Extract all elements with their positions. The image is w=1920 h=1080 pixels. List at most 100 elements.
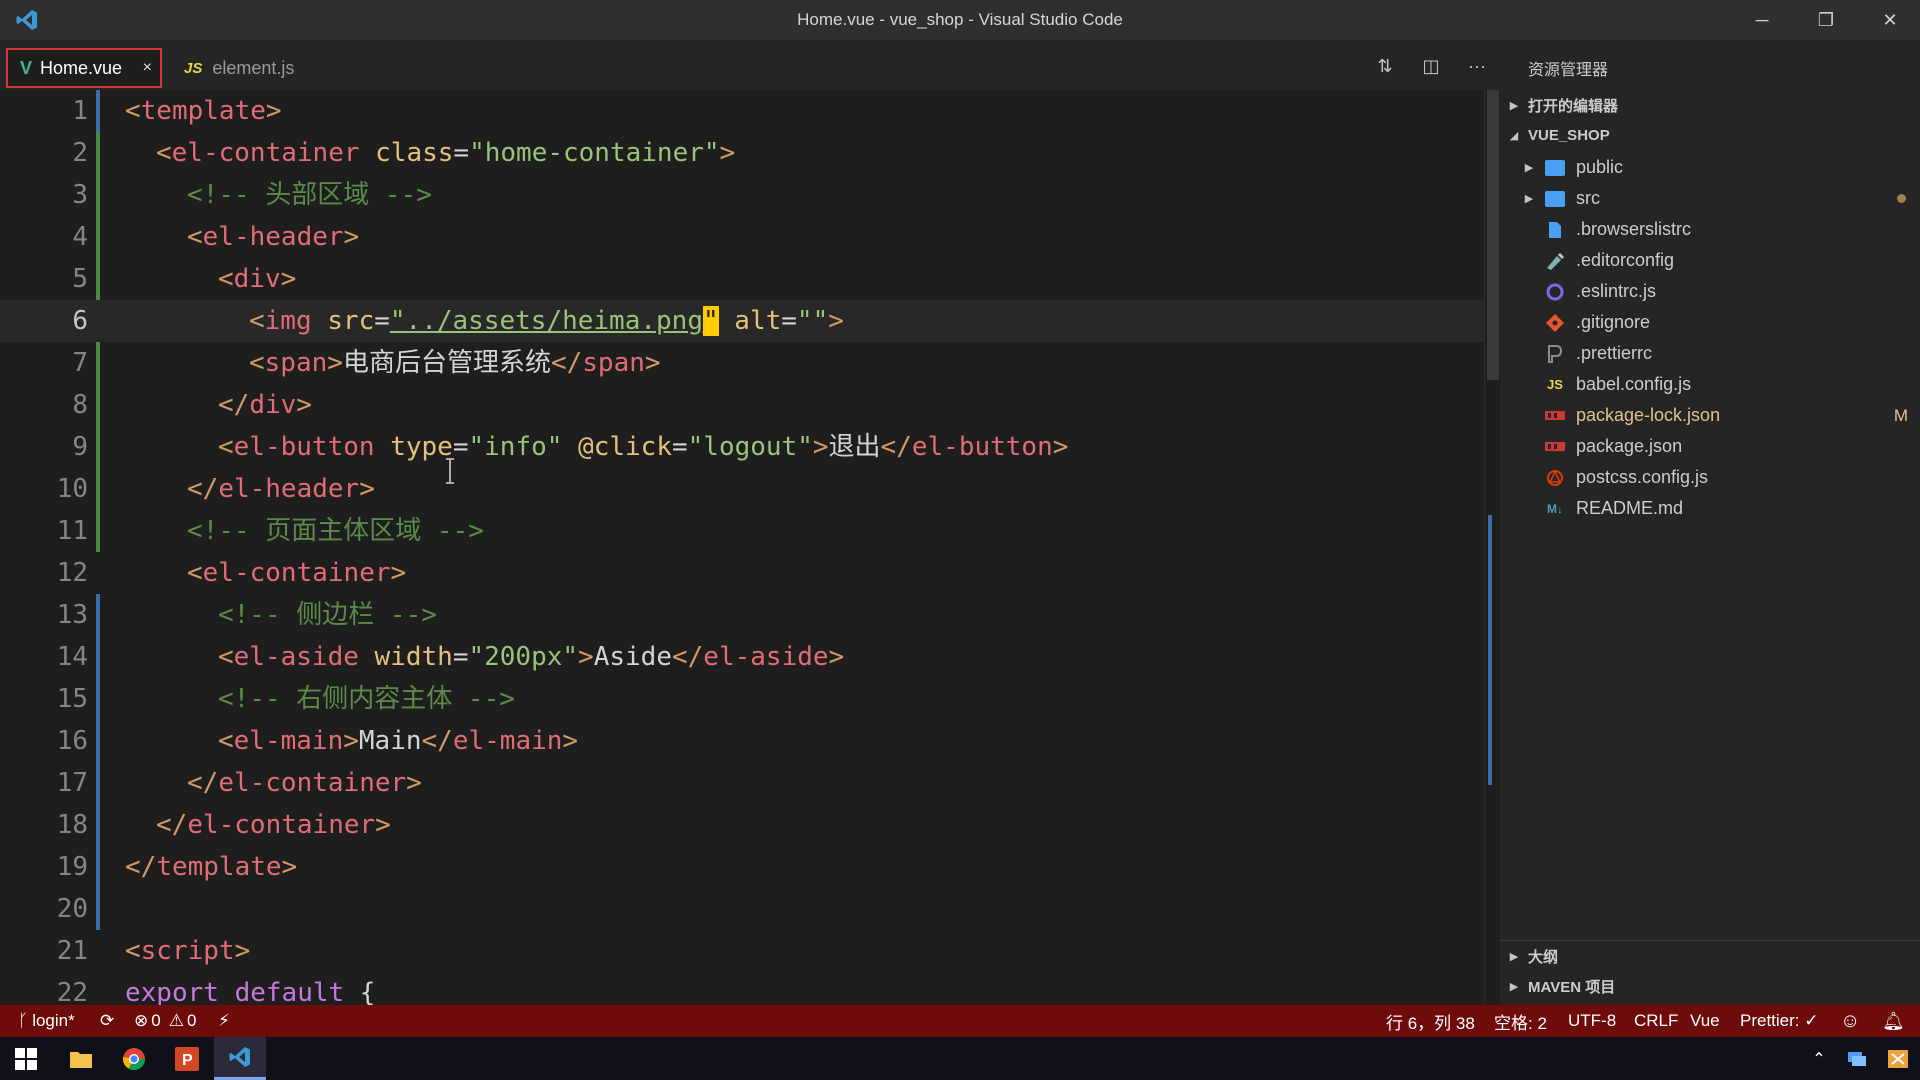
svg-text:P: P bbox=[182, 1052, 193, 1069]
markdown-icon: M↓ bbox=[1547, 501, 1563, 516]
tree-item-browserslistrc[interactable]: .browserslistrc bbox=[1500, 214, 1920, 245]
code-line[interactable]: 8 </div> bbox=[0, 384, 1484, 426]
modified-dot-icon bbox=[1897, 194, 1906, 203]
tab-home-vue[interactable]: V Home.vue × bbox=[6, 48, 162, 88]
code-line[interactable]: 11 <!-- 页面主体区域 --> bbox=[0, 510, 1484, 552]
code-line[interactable]: 5 <div> bbox=[0, 258, 1484, 300]
code-line[interactable]: 14 <el-aside width="200px">Aside</el-asid… bbox=[0, 636, 1484, 678]
section-maven[interactable]: ▶ MAVEN 项目 bbox=[1500, 971, 1920, 1001]
code-line-current[interactable]: 6 <img src="../assets/heima.png" alt=""> bbox=[0, 300, 1484, 342]
indentation-status[interactable]: 空格: 2 bbox=[1494, 1005, 1547, 1037]
os-taskbar: P ⌃ bbox=[0, 1037, 1920, 1080]
code-line[interactable]: 1 <template> bbox=[0, 90, 1484, 132]
sync-icon[interactable]: ⟳ bbox=[100, 1005, 114, 1037]
tree-item-prettierrc[interactable]: .prettierrc bbox=[1500, 338, 1920, 369]
explorer-sidebar: 资源管理器 ▶ 打开的编辑器 ◢ VUE_SHOP ▶ public ▶ src… bbox=[1500, 40, 1920, 1005]
git-branch-icon: ᚴ bbox=[18, 1011, 29, 1030]
powerpoint-icon[interactable]: P bbox=[161, 1037, 213, 1080]
tree-item-package-json[interactable]: package.json bbox=[1500, 431, 1920, 462]
tree-item-public[interactable]: ▶ public bbox=[1500, 152, 1920, 183]
close-tab-icon[interactable]: × bbox=[143, 59, 152, 77]
prettier-icon bbox=[1544, 344, 1566, 364]
language-mode-status[interactable]: Vue bbox=[1690, 1005, 1720, 1037]
section-open-editors[interactable]: ▶ 打开的编辑器 bbox=[1500, 90, 1920, 120]
code-line[interactable]: 19 </template> bbox=[0, 846, 1484, 888]
split-editor-icon[interactable]: ◫ bbox=[1414, 52, 1448, 80]
scrollbar-thumb[interactable] bbox=[1487, 90, 1499, 380]
code-line[interactable]: 17 </el-container> bbox=[0, 762, 1484, 804]
postcss-icon bbox=[1544, 468, 1566, 488]
warning-icon: ⚠ bbox=[168, 1011, 184, 1030]
tree-item-babel-config[interactable]: JS babel.config.js bbox=[1500, 369, 1920, 400]
tree-item-editorconfig[interactable]: .editorconfig bbox=[1500, 245, 1920, 276]
code-line[interactable]: 12 <el-container> bbox=[0, 552, 1484, 594]
eol-status[interactable]: CRLF bbox=[1634, 1005, 1678, 1037]
vscode-taskbar-icon[interactable] bbox=[214, 1037, 266, 1080]
code-line[interactable]: 22 export default { bbox=[0, 972, 1484, 1005]
code-line[interactable]: 2 <el-container class="home-container"> bbox=[0, 132, 1484, 174]
code-line[interactable]: 9 <el-button type="info" @click="logout">… bbox=[0, 426, 1484, 468]
text-cursor: " bbox=[702, 306, 719, 336]
windows-start-icon[interactable] bbox=[0, 1037, 52, 1080]
code-line[interactable]: 18 </el-container> bbox=[0, 804, 1484, 846]
vue-file-icon: V bbox=[20, 57, 33, 78]
git-status-badge: M bbox=[1893, 405, 1908, 425]
section-outline[interactable]: ▶ 大纲 bbox=[1500, 940, 1920, 971]
cursor-position-status[interactable]: 行 6，列 38 bbox=[1386, 1005, 1475, 1037]
code-line[interactable]: 16 <el-main>Main</el-main> bbox=[0, 720, 1484, 762]
status-bar: ᚴ login* ⟳ ⊗ 0 ⚠ 0 ⚡ 行 6，列 38 空格: 2 UTF-… bbox=[0, 1005, 1920, 1037]
minimize-button[interactable]: ─ bbox=[1730, 0, 1794, 40]
eslint-icon bbox=[1544, 282, 1566, 302]
tree-item-eslintrc[interactable]: .eslintrc.js bbox=[1500, 276, 1920, 307]
notifications-bell-icon[interactable]: 🔔︎ bbox=[1882, 1005, 1905, 1037]
file-icon bbox=[1544, 220, 1566, 240]
encoding-status[interactable]: UTF-8 bbox=[1568, 1005, 1616, 1037]
npm-icon bbox=[1544, 437, 1566, 457]
tree-item-readme[interactable]: M↓ README.md bbox=[1500, 493, 1920, 524]
section-project[interactable]: ◢ VUE_SHOP bbox=[1500, 120, 1920, 150]
code-line[interactable]: 13 <!-- 侧边栏 --> bbox=[0, 594, 1484, 636]
chevron-right-icon: ▶ bbox=[1524, 193, 1534, 205]
more-actions-icon[interactable]: ··· bbox=[1460, 52, 1494, 80]
tab-element-js[interactable]: JS element.js bbox=[176, 48, 326, 88]
tray-app-icon[interactable] bbox=[1878, 1037, 1918, 1080]
feedback-smiley-icon[interactable]: ☺ bbox=[1840, 1005, 1860, 1037]
explorer-title: 资源管理器 bbox=[1528, 62, 1609, 79]
chevron-right-icon: ▶ bbox=[1509, 99, 1519, 112]
show-hidden-icons-chevron-icon[interactable]: ⌃ bbox=[1804, 1037, 1834, 1080]
tree-item-gitignore[interactable]: .gitignore bbox=[1500, 307, 1920, 338]
code-line[interactable]: 15 <!-- 右侧内容主体 --> bbox=[0, 678, 1484, 720]
window-title: Home.vue - vue_shop - Visual Studio Code bbox=[797, 10, 1123, 29]
mouse-ibeam-cursor-icon bbox=[446, 458, 454, 484]
close-window-button[interactable]: ✕ bbox=[1858, 0, 1920, 40]
code-editor[interactable]: 1 <template> 2 <el-container class="home-c… bbox=[0, 90, 1484, 1005]
lightning-icon[interactable]: ⚡ bbox=[218, 1005, 230, 1037]
git-branch-status[interactable]: ᚴ login* bbox=[18, 1005, 75, 1037]
code-line[interactable]: 20 bbox=[0, 888, 1484, 930]
js-icon: JS bbox=[1547, 377, 1563, 392]
restore-button[interactable]: ❐ bbox=[1794, 0, 1858, 40]
tree-item-src[interactable]: ▶ src bbox=[1500, 183, 1920, 214]
file-explorer-icon[interactable] bbox=[55, 1037, 107, 1080]
git-icon bbox=[1544, 313, 1566, 333]
folder-icon bbox=[1544, 158, 1566, 178]
tree-item-postcss-config[interactable]: postcss.config.js bbox=[1500, 462, 1920, 493]
code-line[interactable]: 21 <script> bbox=[0, 930, 1484, 972]
tree-item-package-lock[interactable]: package-lock.json M bbox=[1500, 400, 1920, 431]
problems-status[interactable]: ⊗ 0 ⚠ 0 bbox=[134, 1005, 196, 1037]
code-line[interactable]: 4 <el-header> bbox=[0, 216, 1484, 258]
open-changes-icon[interactable]: ⇅ bbox=[1368, 52, 1402, 80]
code-line[interactable]: 3 <!-- 头部区域 --> bbox=[0, 174, 1484, 216]
network-tray-icon[interactable] bbox=[1838, 1037, 1876, 1080]
title-bar: Home.vue - vue_shop - Visual Studio Code… bbox=[0, 0, 1920, 40]
chrome-icon[interactable] bbox=[108, 1037, 160, 1080]
editor-scrollbar[interactable] bbox=[1484, 90, 1501, 1005]
code-line[interactable]: 10 </el-header> bbox=[0, 468, 1484, 510]
prettier-status[interactable]: Prettier: ✓ bbox=[1740, 1005, 1818, 1037]
tab-label: element.js bbox=[212, 57, 295, 78]
editorconfig-icon bbox=[1544, 251, 1566, 271]
npm-icon bbox=[1544, 406, 1566, 426]
error-icon: ⊗ bbox=[134, 1011, 149, 1030]
chevron-down-icon: ◢ bbox=[1509, 129, 1519, 142]
code-line[interactable]: 7 <span>电商后台管理系统</span> bbox=[0, 342, 1484, 384]
